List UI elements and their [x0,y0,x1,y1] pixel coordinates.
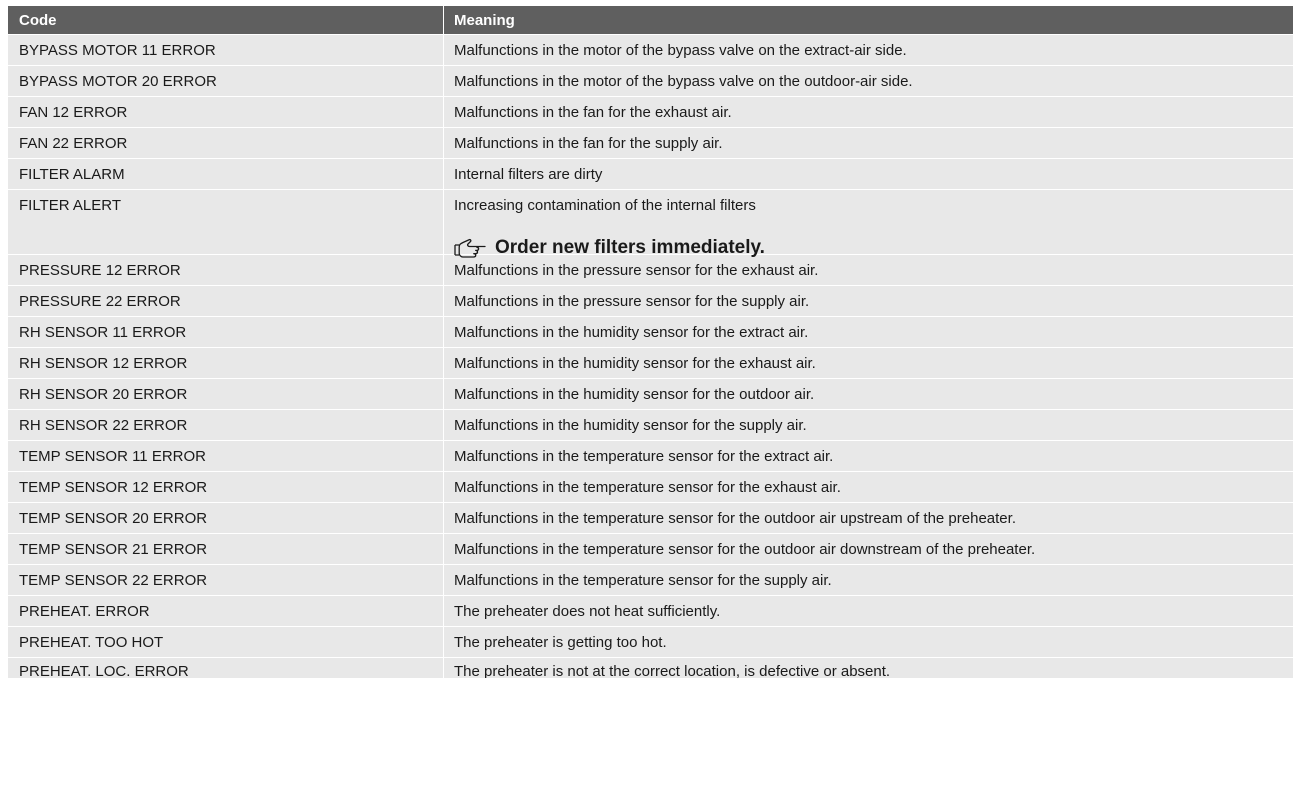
table-row: TEMP SENSOR 12 ERROR Malfunctions in the… [8,472,1293,503]
code-cell: FAN 22 ERROR [8,128,444,158]
table-row: RH SENSOR 11 ERROR Malfunctions in the h… [8,317,1293,348]
code-cell: RH SENSOR 20 ERROR [8,379,444,409]
code-cell: PREHEAT. ERROR [8,596,444,626]
meaning-cell: Malfunctions in the fan for the supply a… [454,134,723,152]
meaning-cell: Malfunctions in the humidity sensor for … [454,323,809,341]
error-code-table: Code Meaning BYPASS MOTOR 11 ERROR Malfu… [8,6,1293,679]
code-cell: FILTER ALARM [8,159,444,189]
table-row: FAN 12 ERROR Malfunctions in the fan for… [8,97,1293,128]
meaning-cell: Malfunctions in the humidity sensor for … [454,385,815,403]
code-cell: RH SENSOR 22 ERROR [8,410,444,440]
code-cell: BYPASS MOTOR 20 ERROR [8,66,444,96]
code-cell: TEMP SENSOR 12 ERROR [8,472,444,502]
table-row: TEMP SENSOR 20 ERROR Malfunctions in the… [8,503,1293,534]
meaning-cell: Malfunctions in the motor of the bypass … [454,72,913,90]
column-header-meaning: Meaning [454,11,515,29]
table-row: PREHEAT. TOO HOT The preheater is gettin… [8,627,1293,658]
meaning-cell: Malfunctions in the motor of the bypass … [454,41,907,59]
code-cell: BYPASS MOTOR 11 ERROR [8,35,444,65]
table-row: FILTER ALERT Increasing contamination of… [8,190,1293,258]
meaning-cell: Malfunctions in the temperature sensor f… [454,571,832,589]
meaning-cell: Malfunctions in the fan for the exhaust … [454,103,732,121]
code-cell: TEMP SENSOR 22 ERROR [8,565,444,595]
meaning-cell: Malfunctions in the temperature sensor f… [454,447,834,465]
code-cell: TEMP SENSOR 20 ERROR [8,503,444,533]
meaning-cell: The preheater does not heat sufficiently… [454,602,721,620]
meaning-cell: Internal filters are dirty [454,165,603,183]
meaning-cell: Increasing contamination of the internal… [444,190,1293,258]
table-row: PRESSURE 12 ERROR Malfunctions in the pr… [8,255,1293,286]
meaning-text: Increasing contamination of the internal… [454,197,756,214]
meaning-cell: The preheater is getting too hot. [454,633,667,651]
code-cell: TEMP SENSOR 11 ERROR [8,441,444,471]
table-header-row: Code Meaning [8,6,1293,35]
table-row: PRESSURE 22 ERROR Malfunctions in the pr… [8,286,1293,317]
meaning-cell: Malfunctions in the temperature sensor f… [454,509,1016,527]
code-cell: PREHEAT. TOO HOT [8,627,444,657]
table-row: TEMP SENSOR 11 ERROR Malfunctions in the… [8,441,1293,472]
table-row: RH SENSOR 12 ERROR Malfunctions in the h… [8,348,1293,379]
table-row: BYPASS MOTOR 11 ERROR Malfunctions in th… [8,35,1293,66]
table-row: RH SENSOR 22 ERROR Malfunctions in the h… [8,410,1293,441]
table-row: PREHEAT. ERROR The preheater does not he… [8,596,1293,627]
code-cell: PRESSURE 22 ERROR [8,286,444,316]
table-row: FAN 22 ERROR Malfunctions in the fan for… [8,128,1293,159]
meaning-cell: Malfunctions in the pressure sensor for … [454,261,819,279]
meaning-cell: Malfunctions in the humidity sensor for … [454,354,816,372]
code-cell: RH SENSOR 11 ERROR [8,317,444,347]
meaning-cell: Malfunctions in the temperature sensor f… [454,540,1036,558]
table-row: FILTER ALARM Internal filters are dirty [8,159,1293,190]
meaning-cell: Malfunctions in the pressure sensor for … [454,292,810,310]
table-row: BYPASS MOTOR 20 ERROR Malfunctions in th… [8,66,1293,97]
code-cell: FILTER ALERT [8,190,444,254]
table-row: TEMP SENSOR 21 ERROR Malfunctions in the… [8,534,1293,565]
code-cell: TEMP SENSOR 21 ERROR [8,534,444,564]
code-cell: PREHEAT. LOC. ERROR [8,658,444,678]
meaning-cell: Malfunctions in the temperature sensor f… [454,478,841,496]
meaning-cell: The preheater is not at the correct loca… [454,663,891,679]
meaning-cell: Malfunctions in the humidity sensor for … [454,416,807,434]
table-row: PREHEAT. LOC. ERROR The preheater is not… [8,658,1293,679]
code-cell: FAN 12 ERROR [8,97,444,127]
table-row: TEMP SENSOR 22 ERROR Malfunctions in the… [8,565,1293,596]
table-row: RH SENSOR 20 ERROR Malfunctions in the h… [8,379,1293,410]
code-cell: RH SENSOR 12 ERROR [8,348,444,378]
code-cell: PRESSURE 12 ERROR [8,255,444,285]
column-header-code: Code [8,6,444,34]
